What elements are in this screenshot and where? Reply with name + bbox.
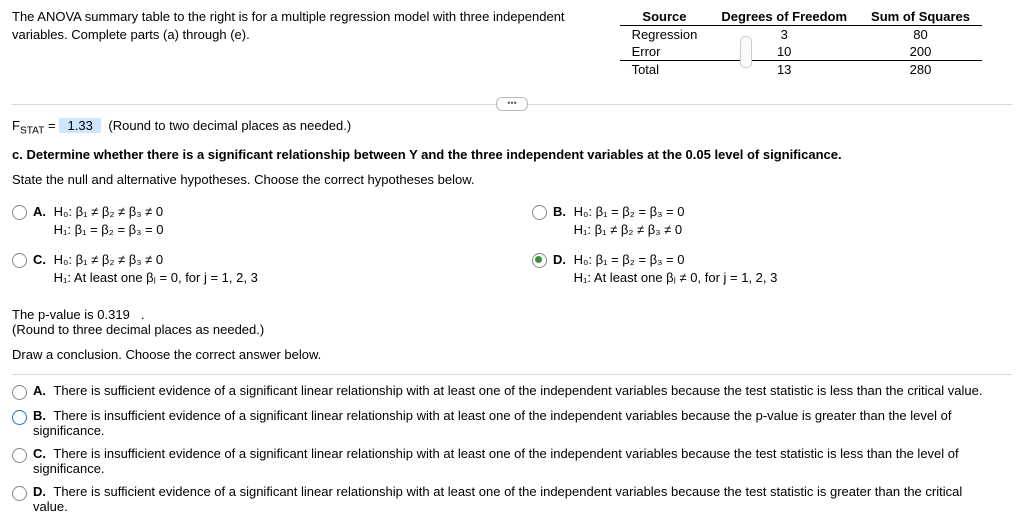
radio-icon[interactable] (12, 448, 27, 463)
anova-cell: 13 (709, 61, 859, 79)
problem-intro: The ANOVA summary table to the right is … (12, 8, 620, 43)
hypothesis-option-b[interactable]: B. H₀: β₁ = β₂ = β₃ = 0 B. H₁: β₁ ≠ β₂ ≠… (532, 203, 1012, 239)
hypothesis-option-c[interactable]: C. H₀: β₁ ≠ β₂ ≠ β₃ ≠ 0 C. H₁: At least … (12, 251, 492, 287)
option-h1: H₁: β₁ = β₂ = β₃ = 0 (54, 222, 164, 237)
anova-cell: Total (620, 61, 710, 79)
option-h1: H₁: At least one βⱼ ≠ 0, for j = 1, 2, 3 (574, 270, 778, 285)
option-text: There is insufficient evidence of a sign… (33, 408, 951, 438)
conclusion-option-d[interactable]: D. There is sufficient evidence of a sig… (12, 484, 1012, 514)
pvalue-suffix: . (141, 307, 145, 322)
option-lead: B. (33, 408, 46, 423)
option-h1: H₁: β₁ ≠ β₂ ≠ β₃ ≠ 0 (574, 222, 682, 237)
conclusion-option-a[interactable]: A. There is sufficient evidence of a sig… (12, 383, 1012, 400)
radio-icon[interactable] (12, 410, 27, 425)
ellipsis-icon[interactable]: ••• (496, 97, 528, 111)
option-lead: C. (33, 446, 46, 461)
option-lead: A. (33, 204, 46, 219)
option-lead: C. (33, 252, 46, 267)
pvalue-prefix: The p-value is (12, 307, 97, 322)
hypothesis-option-a[interactable]: A. H₀: β₁ ≠ β₂ ≠ β₃ ≠ 0 A. H₁: β₁ = β₂ =… (12, 203, 492, 239)
anova-cell: 80 (859, 26, 982, 44)
state-hypotheses-prompt: State the null and alternative hypothese… (12, 172, 1012, 187)
anova-cell: 10 (709, 43, 859, 61)
anova-header-df: Degrees of Freedom (709, 8, 859, 26)
option-h0: H₀: β₁ ≠ β₂ ≠ β₃ ≠ 0 (54, 252, 163, 267)
option-text: There is sufficient evidence of a signif… (33, 484, 962, 514)
option-lead: D. (33, 484, 46, 499)
anova-header-source: Source (620, 8, 710, 26)
table-row: Error 10 200 (620, 43, 982, 61)
option-h0: H₀: β₁ = β₂ = β₃ = 0 (574, 252, 685, 267)
fstat-input[interactable]: 1.33 (59, 118, 101, 133)
fstat-line: FSTAT = 1.33 (Round to two decimal place… (12, 118, 1012, 137)
part-c-prompt: c. Determine whether there is a signific… (12, 147, 1012, 162)
anova-table: Source Degrees of Freedom Sum of Squares… (620, 8, 982, 78)
conclusion-prompt: Draw a conclusion. Choose the correct an… (12, 347, 1012, 362)
anova-cell: 200 (859, 43, 982, 61)
radio-icon[interactable] (12, 486, 27, 501)
table-row: Total 13 280 (620, 61, 982, 79)
option-text: There is insufficient evidence of a sign… (33, 446, 959, 476)
section-divider (12, 374, 1012, 375)
anova-cell: Regression (620, 26, 710, 44)
anova-header-ss: Sum of Squares (859, 8, 982, 26)
option-text: There is sufficient evidence of a signif… (53, 383, 982, 398)
radio-icon[interactable] (12, 253, 27, 268)
option-h1: H₁: At least one βⱼ = 0, for j = 1, 2, 3 (54, 270, 258, 285)
option-lead: A. (33, 383, 46, 398)
section-divider: ••• (12, 100, 1012, 108)
radio-icon[interactable] (12, 385, 27, 400)
option-lead: D. (553, 252, 566, 267)
conclusion-option-c[interactable]: C. There is insufficient evidence of a s… (12, 446, 1012, 476)
option-lead: B. (553, 204, 566, 219)
radio-icon[interactable] (532, 205, 547, 220)
pvalue-input[interactable]: 0.319 (97, 307, 137, 322)
anova-cell: Error (620, 43, 710, 61)
anova-cell: 280 (859, 61, 982, 79)
conclusion-option-b[interactable]: B. There is insufficient evidence of a s… (12, 408, 1012, 438)
fstat-hint: (Round to two decimal places as needed.) (108, 118, 351, 133)
option-h0: H₀: β₁ ≠ β₂ ≠ β₃ ≠ 0 (54, 204, 163, 219)
anova-cell: 3 (709, 26, 859, 44)
radio-icon[interactable] (532, 253, 547, 268)
pvalue-hint: (Round to three decimal places as needed… (12, 322, 264, 337)
option-h0: H₀: β₁ = β₂ = β₃ = 0 (574, 204, 685, 219)
fstat-label: FSTAT = (12, 118, 59, 133)
hypothesis-option-d[interactable]: D. H₀: β₁ = β₂ = β₃ = 0 D. H₁: At least … (532, 251, 1012, 287)
panel-resize-handle[interactable] (740, 36, 752, 68)
radio-icon[interactable] (12, 205, 27, 220)
table-row: Regression 3 80 (620, 26, 982, 44)
